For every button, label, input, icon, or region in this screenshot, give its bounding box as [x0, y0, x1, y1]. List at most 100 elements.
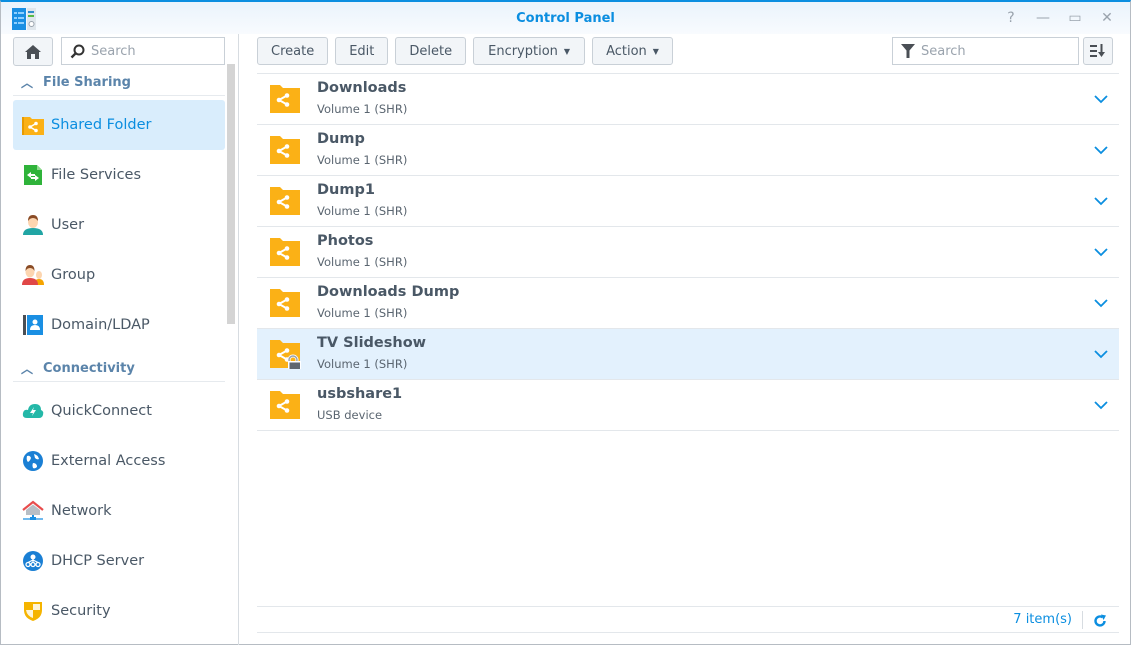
sidebar-item-file-services[interactable]: File Services [13, 150, 225, 200]
sidebar-item-label: Security [51, 603, 111, 619]
security-icon [21, 599, 45, 623]
expand-button[interactable] [1091, 140, 1111, 160]
close-icon: ✕ [1101, 10, 1113, 26]
folder-row[interactable]: Dump1 Volume 1 (SHR) [257, 176, 1119, 227]
maximize-icon: ▭ [1068, 10, 1082, 26]
folder-location: Volume 1 (SHR) [317, 153, 408, 167]
group-header-connectivity[interactable]: ︿ Connectivity [13, 356, 225, 382]
sidebar-item-quickconnect[interactable]: QuickConnect [13, 386, 225, 436]
quickconnect-icon [21, 399, 45, 423]
sidebar-item-network[interactable]: Network [13, 486, 225, 536]
edit-button[interactable]: Edit [335, 37, 389, 65]
home-button[interactable] [13, 37, 53, 66]
chevron-down-icon [1094, 298, 1108, 307]
shared-folder-icon [270, 238, 300, 266]
sidebar-item-label: Group [51, 267, 96, 283]
user-icon [21, 213, 45, 237]
sort-icon [1090, 44, 1105, 57]
folder-location: USB device [317, 408, 383, 422]
home-icon [25, 44, 41, 59]
minimize-button[interactable]: — [1034, 10, 1052, 26]
sidebar-item-group[interactable]: Group [13, 250, 225, 300]
folder-row[interactable]: Photos Volume 1 (SHR) [257, 227, 1119, 278]
window-controls: ? — ▭ ✕ [1002, 10, 1116, 26]
sidebar-item-label: DHCP Server [51, 553, 145, 569]
encryption-dropdown[interactable]: Encryption ▼ [473, 37, 586, 65]
expand-button[interactable] [1091, 191, 1111, 211]
filter-icon [901, 44, 915, 58]
folder-name: Dump [317, 131, 365, 147]
sidebar-item-label: User [51, 217, 85, 233]
chevron-down-icon [1094, 349, 1108, 358]
sidebar-search-input[interactable] [91, 43, 211, 59]
maximize-button[interactable]: ▭ [1066, 10, 1084, 26]
folder-location: Volume 1 (SHR) [317, 255, 408, 269]
sidebar-item-external-access[interactable]: External Access [13, 436, 225, 486]
search-icon [70, 44, 85, 58]
sidebar-item-label: Domain/LDAP [51, 317, 150, 333]
window-title: Control Panel [516, 11, 615, 26]
shared-folder-icon [270, 85, 300, 113]
sidebar-item-security[interactable]: Security [13, 586, 225, 636]
network-icon [21, 499, 45, 523]
sidebar-item-label: External Access [51, 453, 166, 469]
create-button[interactable]: Create [257, 37, 329, 65]
sidebar-item-dhcp-server[interactable]: DHCP Server [13, 536, 225, 586]
folder-row[interactable]: TV Slideshow Volume 1 (SHR) [257, 329, 1119, 380]
chevron-down-icon [1094, 196, 1108, 205]
action-label: Action [606, 43, 647, 59]
sidebar-search[interactable] [61, 37, 225, 65]
sidebar-item-domain-ldap[interactable]: Domain/LDAP [13, 300, 225, 350]
sidebar-scrollbar[interactable] [227, 64, 235, 324]
folder-row[interactable]: Downloads Volume 1 (SHR) [257, 74, 1119, 125]
close-button[interactable]: ✕ [1098, 10, 1116, 26]
sort-button[interactable] [1083, 37, 1113, 65]
chevron-down-icon [1094, 145, 1108, 154]
group-icon [21, 263, 45, 287]
group-label: File Sharing [43, 75, 131, 90]
item-count: 7 item(s) [1013, 612, 1072, 627]
folder-name: TV Slideshow [317, 335, 427, 351]
folder-location: Volume 1 (SHR) [317, 357, 408, 371]
domain-ldap-icon [21, 313, 45, 337]
filter-search[interactable] [892, 37, 1079, 65]
sidebar-item-label: File Services [51, 167, 142, 183]
expand-button[interactable] [1091, 293, 1111, 313]
group-header-file-sharing[interactable]: ︿ File Sharing [13, 70, 225, 96]
external-access-icon [21, 449, 45, 473]
folder-row[interactable]: usbshare1 USB device [257, 380, 1119, 431]
expand-button[interactable] [1091, 89, 1111, 109]
shared-folder-icon [270, 289, 300, 317]
expand-button[interactable] [1091, 395, 1111, 415]
action-dropdown[interactable]: Action ▼ [592, 37, 673, 65]
folder-name: Downloads [317, 80, 407, 96]
footer-divider [1082, 611, 1083, 629]
caret-down-icon: ▼ [652, 46, 659, 56]
folder-location: Volume 1 (SHR) [317, 306, 408, 320]
chevron-down-icon [1094, 400, 1108, 409]
filter-search-input[interactable] [921, 43, 1061, 59]
expand-button[interactable] [1091, 242, 1111, 262]
folder-location: Volume 1 (SHR) [317, 204, 408, 218]
main-panel: Create Edit Delete Encryption ▼ Action ▼… [257, 34, 1119, 645]
encryption-label: Encryption [488, 43, 558, 59]
title-bar: Control Panel ? — ▭ ✕ [1, 2, 1130, 34]
delete-button[interactable]: Delete [395, 37, 467, 65]
chevron-down-icon [1094, 94, 1108, 103]
chevron-up-icon: ︿ [21, 362, 34, 376]
help-icon: ? [1007, 10, 1015, 26]
refresh-icon [1094, 614, 1106, 627]
expand-button[interactable] [1091, 344, 1111, 364]
caret-down-icon: ▼ [563, 46, 571, 56]
dhcp-server-icon [21, 549, 45, 573]
folder-row[interactable]: Downloads Dump Volume 1 (SHR) [257, 278, 1119, 329]
shared-folder-icon [21, 113, 45, 137]
sidebar-item-shared-folder[interactable]: Shared Folder [13, 100, 225, 150]
folder-row[interactable]: Dump Volume 1 (SHR) [257, 125, 1119, 176]
help-button[interactable]: ? [1002, 10, 1020, 26]
folder-name: Photos [317, 233, 374, 249]
toolbar: Create Edit Delete Encryption ▼ Action ▼ [257, 37, 673, 65]
refresh-button[interactable] [1091, 612, 1109, 630]
sidebar: ︿ File Sharing Shared Folder File Servic… [1, 34, 239, 645]
sidebar-item-user[interactable]: User [13, 200, 225, 250]
